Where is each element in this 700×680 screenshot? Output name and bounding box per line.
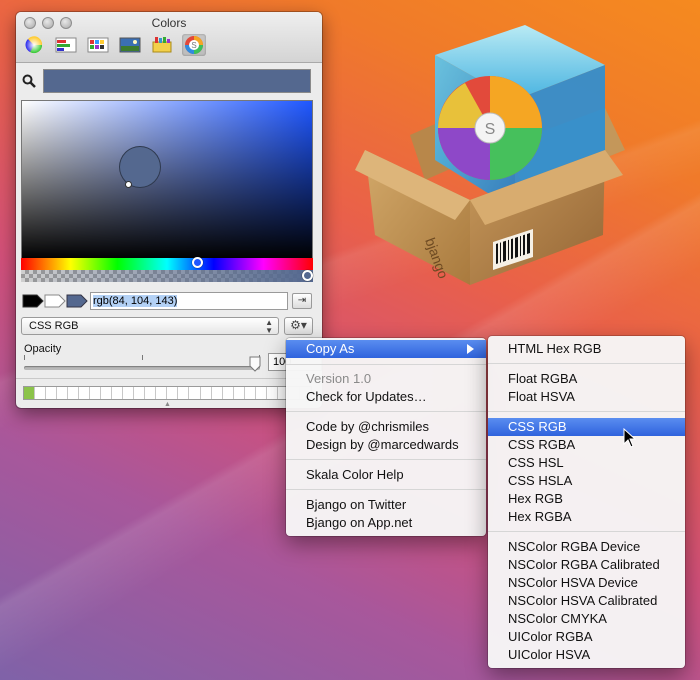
hue-slider[interactable] (21, 258, 313, 270)
menu-item-check-updates[interactable]: Check for Updates… (286, 388, 486, 406)
menu-separator (286, 411, 486, 412)
menu-separator (488, 363, 685, 364)
alpha-slider-handle[interactable] (302, 270, 313, 281)
copy-to-clipboard-icon[interactable]: ⇥ (292, 293, 312, 309)
menu-item-version: Version 1.0 (306, 371, 372, 386)
submenu-item-nscolor-cmyka[interactable]: NSColor CMYKA (488, 610, 685, 628)
menu-item-twitter[interactable]: Bjango on Twitter (286, 496, 486, 514)
menu-item-design-by[interactable]: Design by @marcedwards (286, 436, 486, 454)
submenu-item-css-hsla[interactable]: CSS HSLA (488, 472, 685, 490)
menu-item-appnet[interactable]: Bjango on App.net (286, 514, 486, 532)
color-picker-area[interactable] (21, 100, 313, 260)
menu-item-help[interactable]: Skala Color Help (286, 466, 486, 484)
hue-slider-handle[interactable] (192, 257, 203, 268)
crayons-icon[interactable] (150, 34, 174, 56)
submenu-item-css-rgb[interactable]: CSS RGB (488, 418, 685, 436)
svg-text:S: S (191, 41, 196, 50)
svg-text:S: S (485, 121, 496, 138)
format-select-value: CSS RGB (29, 320, 79, 332)
menu-item-copy-as[interactable]: Copy As (286, 340, 486, 358)
color-palettes-icon[interactable] (86, 34, 110, 56)
picker-handle[interactable] (125, 181, 132, 188)
submenu-item-html-hex-rgb[interactable]: HTML Hex RGB (488, 340, 685, 358)
slider-tick (142, 355, 143, 360)
divider (16, 378, 322, 379)
copy-as-submenu: HTML Hex RGB Float RGBA Float HSVA CSS R… (488, 336, 685, 668)
submenu-item-css-rgba[interactable]: CSS RGBA (488, 436, 685, 454)
submenu-item-css-hsl[interactable]: CSS HSL (488, 454, 685, 472)
menu-separator (488, 411, 685, 412)
submenu-item-float-hsva[interactable]: Float HSVA (488, 388, 685, 406)
submenu-item-nscolor-hsva-device[interactable]: NSColor HSVA Device (488, 574, 685, 592)
mouse-cursor-icon (623, 428, 637, 448)
submenu-item-nscolor-hsva-calibrated[interactable]: NSColor HSVA Calibrated (488, 592, 685, 610)
gear-menu-button[interactable]: ⚙▾ (284, 317, 313, 335)
menu-item-code-by[interactable]: Code by @chrismiles (286, 418, 486, 436)
color-history-chips[interactable] (22, 294, 90, 308)
menu-separator (286, 489, 486, 490)
rgb-value-field[interactable]: rgb(84, 104, 143) (90, 292, 288, 310)
gear-popup-menu: Copy As Version 1.0 Check for Updates… C… (286, 338, 486, 536)
opacity-slider-handle[interactable] (249, 356, 261, 372)
submenu-item-uicolor-rgba[interactable]: UIColor RGBA (488, 628, 685, 646)
submenu-arrow-icon (467, 344, 474, 354)
search-icon[interactable] (22, 74, 36, 88)
skala-icon[interactable]: S (182, 34, 206, 56)
menu-separator (286, 364, 486, 365)
color-wheel-icon[interactable] (22, 34, 46, 56)
submenu-item-float-rgba[interactable]: Float RGBA (488, 370, 685, 388)
colors-panel: Colors S rgb(84, 104, 143) ⇥ CSS RGB ▲ ▼… (16, 12, 322, 408)
opacity-slider[interactable] (24, 366, 260, 370)
submenu-item-hex-rgba[interactable]: Hex RGBA (488, 508, 685, 526)
opacity-label: Opacity (24, 343, 62, 355)
color-swatches[interactable] (23, 386, 312, 400)
resize-handle[interactable]: ▲ (164, 401, 171, 408)
slider-tick (24, 355, 25, 360)
submenu-item-nscolor-rgba-device[interactable]: NSColor RGBA Device (488, 538, 685, 556)
select-arrows-icon: ▲ ▼ (265, 318, 273, 335)
color-sliders-icon[interactable] (54, 34, 78, 56)
submenu-item-uicolor-hsva[interactable]: UIColor HSVA (488, 646, 685, 664)
format-select[interactable]: CSS RGB ▲ ▼ (21, 317, 279, 335)
menu-separator (286, 459, 486, 460)
window-title: Colors (151, 16, 187, 30)
alpha-slider[interactable] (21, 270, 313, 282)
skala-app-icon: S bjango (355, 25, 625, 285)
menu-separator (488, 531, 685, 532)
submenu-item-hex-rgb[interactable]: Hex RGB (488, 490, 685, 508)
title-bar: Colors S (16, 12, 322, 63)
image-palettes-icon[interactable] (118, 34, 142, 56)
submenu-item-nscolor-rgba-calibrated[interactable]: NSColor RGBA Calibrated (488, 556, 685, 574)
current-color-well[interactable] (43, 69, 311, 93)
